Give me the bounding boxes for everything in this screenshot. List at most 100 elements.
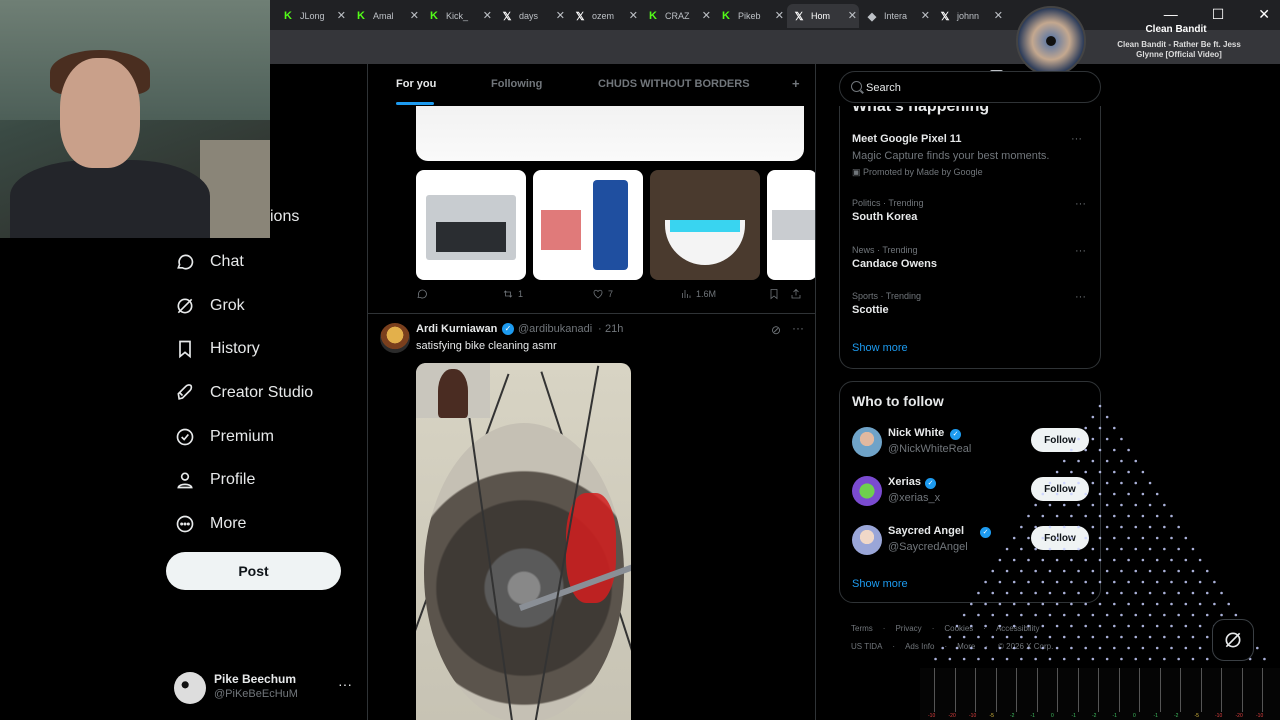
close-tab-icon[interactable]: ✕ xyxy=(702,9,711,22)
show-more-link[interactable]: Show more xyxy=(852,578,908,590)
footer-link[interactable]: US TIDA xyxy=(851,642,882,651)
browser-tab[interactable]: 𝕏johnn ✕ xyxy=(933,4,1005,28)
tab-following[interactable]: Following xyxy=(491,78,542,90)
reply-action[interactable] xyxy=(416,288,432,300)
browser-tab[interactable]: K Amal ✕ xyxy=(349,4,421,28)
overlay-dot xyxy=(1148,613,1152,617)
tweet-video[interactable] xyxy=(416,363,631,720)
like-action[interactable]: 7 xyxy=(592,288,613,300)
meter-bar xyxy=(1118,668,1120,712)
more-options-icon[interactable]: ··· xyxy=(1075,245,1086,257)
close-tab-icon[interactable]: ✕ xyxy=(994,9,1003,22)
close-tab-icon[interactable]: ✕ xyxy=(556,9,565,22)
close-tab-icon[interactable]: ✕ xyxy=(483,9,492,22)
nav-item-creator-studio[interactable]: Creator Studio xyxy=(174,378,313,408)
overlay-dot xyxy=(977,613,980,617)
browser-tab[interactable]: K Pikeb ✕ xyxy=(714,4,786,28)
browser-tab[interactable]: K Kick_ ✕ xyxy=(422,4,494,28)
footer-link[interactable]: Ads Info xyxy=(905,642,934,651)
footer-link[interactable]: Terms xyxy=(851,624,873,633)
product-image[interactable] xyxy=(767,170,815,280)
close-tab-icon[interactable]: ✕ xyxy=(848,9,857,22)
browser-tab[interactable]: K CRAZ ✕ xyxy=(641,4,713,28)
product-image[interactable] xyxy=(416,170,526,280)
close-tab-icon[interactable]: ✕ xyxy=(775,9,784,22)
overlay-dot xyxy=(1198,580,1202,584)
close-tab-icon[interactable]: ✕ xyxy=(921,9,930,22)
trend-item[interactable]: Politics · Trending South Korea ··· xyxy=(852,198,1092,223)
overlay-dot xyxy=(1105,525,1109,529)
nav-label: Chat xyxy=(210,253,244,270)
follow-suggestion[interactable]: Saycred Angel ✓ @SaycredAngel Follow xyxy=(852,525,1092,559)
nav-item-history[interactable]: History xyxy=(174,334,260,364)
follow-suggestion[interactable]: Nick White ✓ @NickWhiteReal Follow xyxy=(852,427,1092,461)
post-button[interactable]: Post xyxy=(166,552,341,590)
bookmark-action[interactable] xyxy=(768,288,784,300)
tweet-more-icon[interactable]: ··· xyxy=(792,321,804,335)
avatar xyxy=(174,672,206,704)
follow-button[interactable]: Follow xyxy=(1031,428,1089,452)
browser-tab[interactable]: 𝕏ozem ✕ xyxy=(568,4,640,28)
search-box[interactable] xyxy=(839,71,1101,103)
footer-link[interactable]: More xyxy=(957,642,975,651)
grok-icon[interactable]: ⊘ xyxy=(771,323,781,337)
nav-item-grok[interactable]: Grok xyxy=(174,291,245,321)
close-tab-icon[interactable]: ✕ xyxy=(629,9,638,22)
trend-item[interactable]: News · Trending Candace Owens ··· xyxy=(852,245,1092,270)
tweet-author-handle[interactable]: @ardibukanadi xyxy=(518,323,592,335)
overlay-dot xyxy=(1048,657,1052,661)
close-tab-icon[interactable]: ✕ xyxy=(410,9,419,22)
footer-link[interactable]: Privacy xyxy=(895,624,921,633)
overlay-dot xyxy=(1120,547,1123,551)
product-image[interactable] xyxy=(533,170,643,280)
browser-tab[interactable]: K JLong ✕ xyxy=(276,4,348,28)
overlay-dot xyxy=(1127,470,1130,474)
browser-tab[interactable]: 𝕏 Hom ✕ xyxy=(787,4,859,28)
follow-suggestion[interactable]: Xerias ✓ @xerias_x Follow xyxy=(852,476,1092,510)
retweet-action[interactable]: 1 xyxy=(502,288,523,300)
promo-title[interactable]: Meet Google Pixel 11 xyxy=(852,133,961,145)
account-switcher[interactable]: Pike Beechum @PiKeBeEcHuM ··· xyxy=(174,668,359,708)
browser-tab[interactable]: ◆ Intera ✕ xyxy=(860,4,932,28)
browser-tab[interactable]: 𝕏days ✕ xyxy=(495,4,567,28)
footer-row: Terms · Privacy · Cookies · Accessibility xyxy=(851,620,1091,638)
overlay-dot xyxy=(1113,426,1116,430)
nav-item-premium[interactable]: Premium xyxy=(174,422,274,452)
browser-tab-label: Amal xyxy=(373,11,394,21)
overlay-dot xyxy=(1177,613,1180,617)
avatar[interactable] xyxy=(380,323,410,353)
search-icon xyxy=(851,81,862,92)
more-options-icon[interactable]: ··· xyxy=(1071,133,1082,145)
tab-for-you[interactable]: For you xyxy=(396,78,436,90)
account-more-icon[interactable]: ··· xyxy=(338,676,352,692)
trend-item[interactable]: Sports · Trending Scottie ··· xyxy=(852,291,1092,316)
tab-chuds-without-borders[interactable]: CHUDS WITHOUT BORDERS xyxy=(598,78,750,90)
tweet-timestamp[interactable]: 21h xyxy=(605,323,623,335)
grok-fab[interactable] xyxy=(1212,619,1254,661)
tweet-media[interactable] xyxy=(416,106,804,161)
footer-link[interactable]: © 2026 X Corp. xyxy=(998,642,1053,651)
footer-link[interactable]: Cookies xyxy=(944,624,973,633)
show-more-link[interactable]: Show more xyxy=(852,342,908,354)
overlay-dot xyxy=(1127,602,1130,606)
close-tab-icon[interactable]: ✕ xyxy=(337,9,346,22)
overlay-dot xyxy=(1105,657,1109,661)
overlay-dot xyxy=(1191,635,1195,639)
views-action[interactable]: 1.6M xyxy=(680,288,716,300)
tweet-author-name[interactable]: Ardi Kurniawan xyxy=(416,323,497,335)
add-tab-icon[interactable]: + xyxy=(792,76,800,91)
search-input[interactable] xyxy=(866,79,1086,97)
nav-item-profile[interactable]: Profile xyxy=(174,465,255,495)
nav-item-chat[interactable]: Chat xyxy=(174,247,244,277)
nav-item-more[interactable]: More xyxy=(174,509,246,539)
product-image[interactable] xyxy=(650,170,760,280)
follow-button[interactable]: Follow xyxy=(1031,526,1089,550)
more-options-icon[interactable]: ··· xyxy=(1075,291,1086,303)
overlay-dot xyxy=(1120,525,1123,529)
follow-button[interactable]: Follow xyxy=(1031,477,1089,501)
share-action[interactable] xyxy=(790,288,806,300)
rocket-icon xyxy=(174,382,196,404)
more-options-icon[interactable]: ··· xyxy=(1075,198,1086,210)
overlay-dot xyxy=(1191,657,1195,661)
footer-link[interactable]: Accessibility xyxy=(996,624,1040,633)
